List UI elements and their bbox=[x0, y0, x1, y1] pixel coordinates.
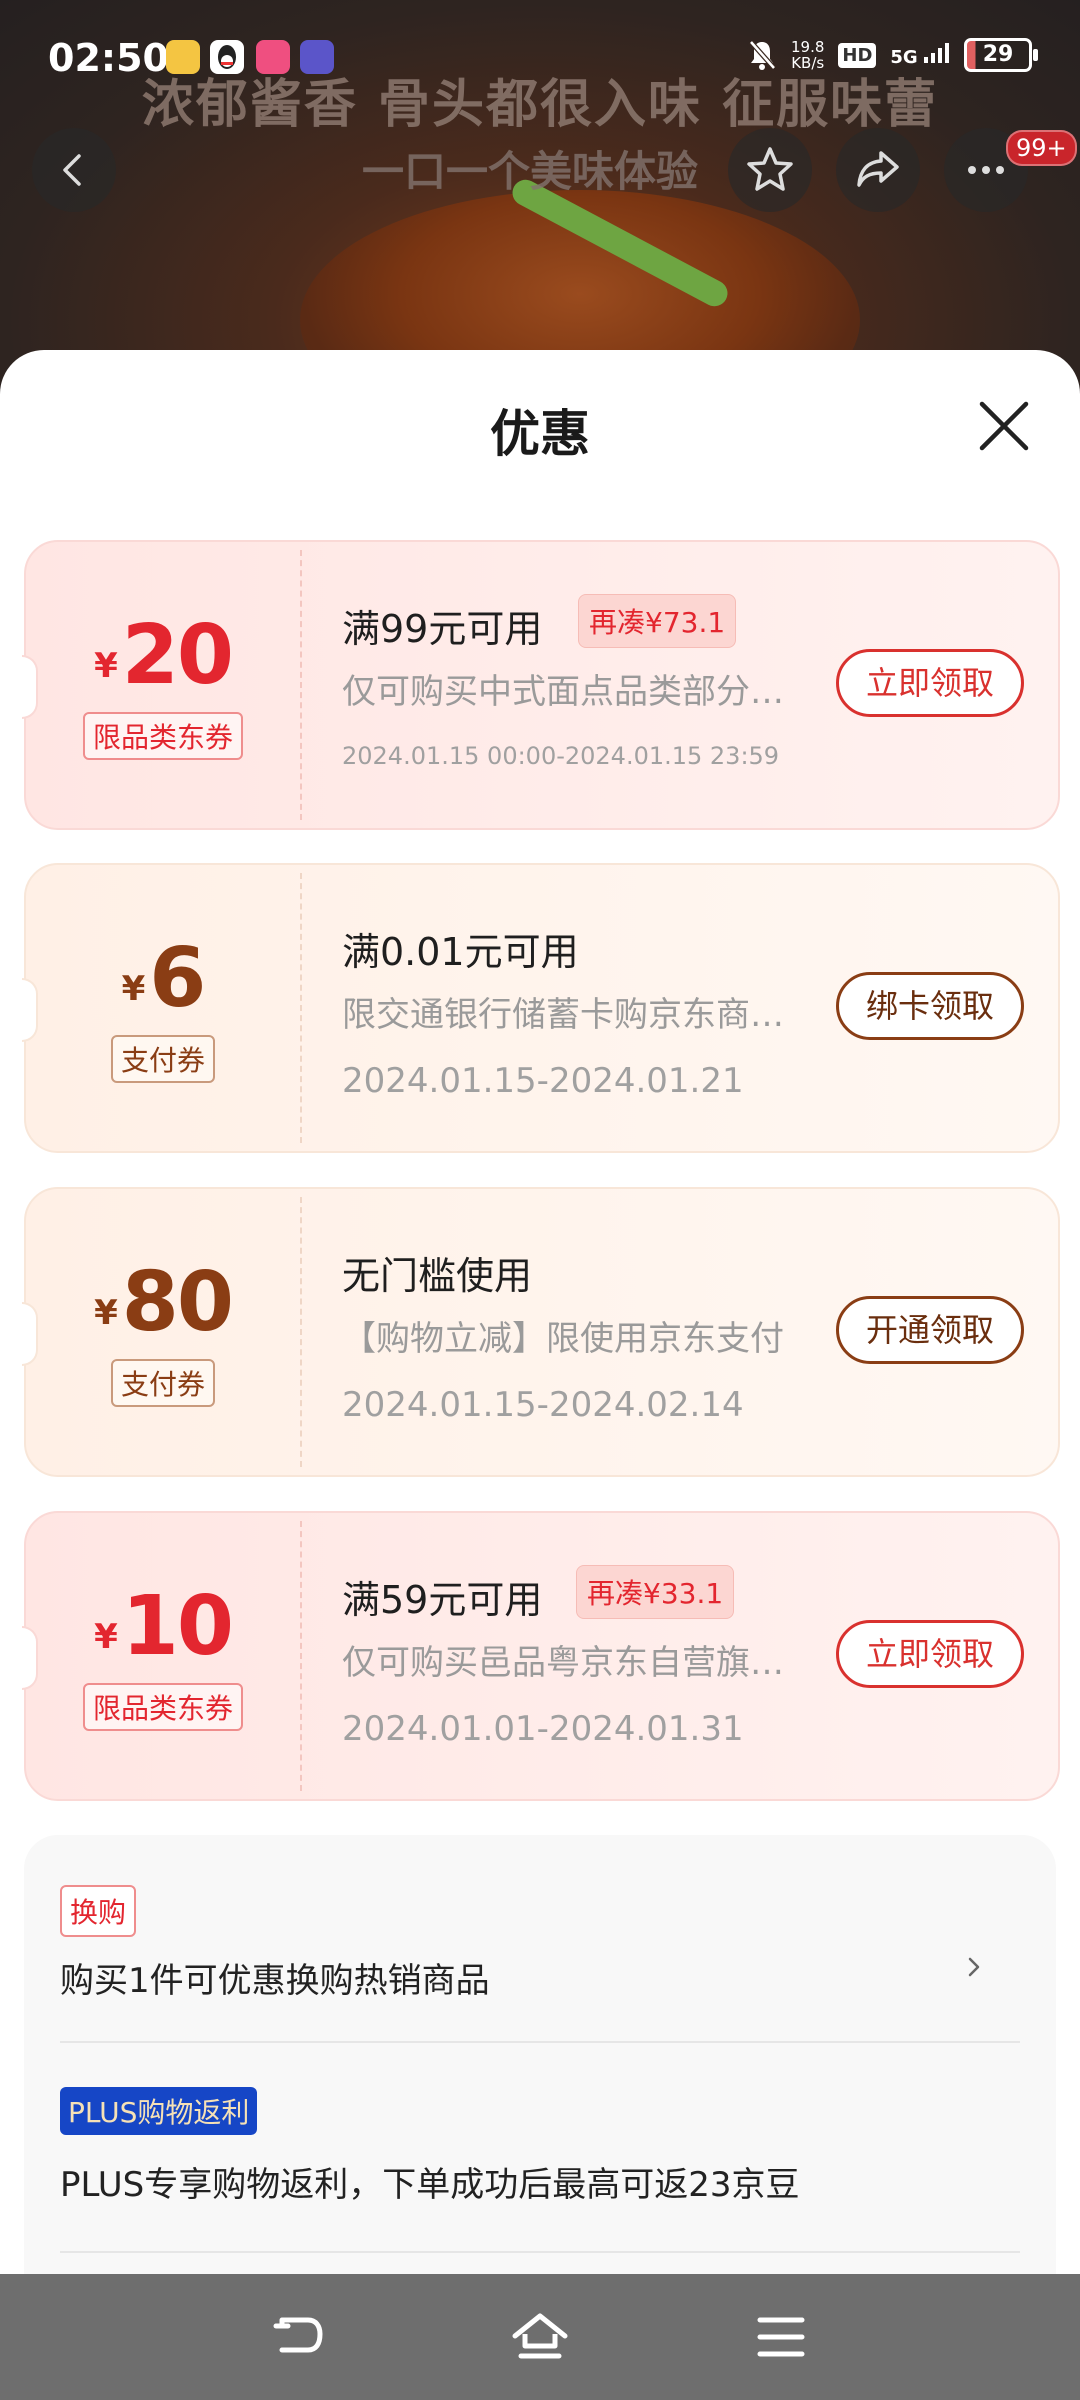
claim-coupon-button[interactable]: 立即领取 bbox=[836, 1620, 1024, 1688]
coupon-extra-needed: 再凑¥73.1 bbox=[578, 594, 737, 648]
coupon-type-tag: 限品类东券 bbox=[82, 1683, 244, 1731]
app-notification-icon bbox=[256, 40, 290, 74]
nav-menu-icon bbox=[757, 2317, 805, 2357]
currency-symbol: ¥ bbox=[94, 646, 118, 686]
back-button[interactable] bbox=[32, 128, 116, 212]
coupon-condition: 满0.01元可用 bbox=[342, 930, 579, 974]
favorite-button[interactable] bbox=[728, 128, 812, 212]
coupon-extra-needed: 再凑¥33.1 bbox=[576, 1565, 735, 1619]
coupon-condition: 满59元可用 bbox=[342, 1578, 543, 1622]
status-bar: 02:50 19.8 KB/s HD 5G 29 bbox=[0, 0, 1080, 110]
battery-indicator: 29 bbox=[964, 38, 1038, 72]
coupon-description: 仅可购买中式面点品类部分商品 bbox=[342, 672, 802, 712]
sheet-title: 优惠 bbox=[490, 405, 590, 463]
coupon-amount: ¥10 bbox=[26, 1579, 300, 1674]
coupon-card: ¥6 支付券 满0.01元可用 限交通银行储蓄卡购京东商品使用 2024.01.… bbox=[22, 863, 1060, 1153]
net-speed-unit: KB/s bbox=[791, 54, 825, 72]
currency-symbol: ¥ bbox=[121, 969, 146, 1009]
promo-divider bbox=[60, 2041, 1020, 2043]
coupon-value: ¥20 限品类东券 bbox=[26, 542, 300, 828]
mute-bell-icon bbox=[749, 40, 776, 70]
coupon-value: ¥6 支付券 bbox=[26, 865, 300, 1151]
promotions-panel: 换购 购买1件可优惠换购热销商品 PLUS购物返利 PLUS专享购物返利，下单成… bbox=[24, 1835, 1056, 2275]
plus-rebate-text: PLUS专享购物返利，下单成功后最高可返23京豆 bbox=[60, 2165, 800, 2205]
coupon-divider bbox=[300, 550, 302, 820]
coupon-amount: ¥80 bbox=[26, 1255, 300, 1350]
coupon-card: ¥20 限品类东券 满99元可用 再凑¥73.1 仅可购买中式面点品类部分商品 … bbox=[22, 540, 1060, 830]
nav-menu-button[interactable] bbox=[748, 2304, 814, 2370]
signal-bars-icon bbox=[924, 42, 949, 63]
status-time: 02:50 bbox=[48, 36, 169, 80]
amount-number: 6 bbox=[149, 931, 206, 1026]
star-icon bbox=[747, 147, 793, 191]
coupon-value: ¥10 限品类东券 bbox=[26, 1513, 300, 1799]
nav-home-button[interactable] bbox=[507, 2304, 573, 2370]
coupon-divider bbox=[300, 1197, 302, 1467]
swap-tag: 换购 bbox=[60, 1885, 137, 1937]
status-indicators: 19.8 KB/s HD 5G 29 bbox=[747, 38, 1038, 72]
coupon-type-tag: 支付券 bbox=[110, 1359, 216, 1407]
signal-label: 5G bbox=[890, 46, 918, 68]
swap-promo-text: 购买1件可优惠换购热销商品 bbox=[60, 1961, 490, 2001]
close-icon bbox=[979, 401, 1029, 451]
signal-5g: 5G bbox=[890, 42, 950, 68]
coupon-card: ¥80 支付券 无门槛使用 【购物立减】限使用京东支付 2024.01.15-2… bbox=[22, 1187, 1060, 1477]
currency-symbol: ¥ bbox=[94, 1293, 118, 1333]
chevron-left-icon bbox=[63, 154, 81, 186]
notification-count-badge: 99+ bbox=[1006, 130, 1077, 166]
coupon-type-tag: 限品类东券 bbox=[82, 712, 244, 760]
app-notification-icon bbox=[300, 40, 334, 74]
discount-sheet: 优惠 ¥20 限品类东券 满99元可用 再凑¥73.1 仅可购买中式面点品类部分… bbox=[0, 350, 1080, 2275]
coupon-validity: 2024.01.15 00:00-2024.01.15 23:59 bbox=[342, 742, 780, 770]
coupon-type-tag: 支付券 bbox=[110, 1035, 216, 1083]
coupon-value: ¥80 支付券 bbox=[26, 1189, 300, 1475]
activate-claim-button[interactable]: 开通领取 bbox=[836, 1296, 1024, 1364]
swap-promo-row[interactable]: 换购 购买1件可优惠换购热销商品 bbox=[24, 1835, 1056, 2040]
coupon-amount: ¥20 bbox=[26, 608, 300, 703]
amount-number: 80 bbox=[121, 1255, 234, 1350]
coupon-validity: 2024.01.15-2024.02.14 bbox=[342, 1385, 744, 1425]
share-icon bbox=[857, 151, 899, 187]
coupon-divider bbox=[300, 1521, 302, 1791]
amount-number: 10 bbox=[121, 1579, 234, 1674]
coupon-card: ¥10 限品类东券 满59元可用 再凑¥33.1 仅可购买邑品粤京东自营旗舰店部… bbox=[22, 1511, 1060, 1801]
coupon-condition: 满99元可用 bbox=[342, 607, 543, 651]
coupon-amount: ¥6 bbox=[26, 931, 300, 1026]
amount-number: 20 bbox=[121, 608, 234, 703]
nav-back-button[interactable] bbox=[268, 2304, 334, 2370]
nav-home-icon bbox=[512, 2313, 568, 2359]
coupon-description: 【购物立减】限使用京东支付 bbox=[342, 1319, 784, 1359]
hd-badge: HD bbox=[838, 42, 877, 68]
coupon-validity: 2024.01.01-2024.01.31 bbox=[342, 1709, 744, 1749]
chevron-right-icon bbox=[968, 1957, 980, 1977]
net-speed-value: 19.8 bbox=[790, 38, 825, 56]
promo-divider bbox=[60, 2251, 1020, 2253]
coupon-condition: 无门槛使用 bbox=[342, 1254, 533, 1298]
coupon-description: 仅可购买邑品粤京东自营旗舰店部分商品 bbox=[342, 1643, 802, 1683]
qq-notification-icon bbox=[210, 40, 244, 74]
more-dots-icon bbox=[968, 166, 1004, 174]
net-speed: 19.8 KB/s bbox=[791, 39, 824, 71]
currency-symbol: ¥ bbox=[94, 1617, 118, 1657]
app-notification-icon bbox=[166, 40, 200, 74]
hero-subline: 一口一个美味体验 bbox=[362, 147, 699, 196]
bind-card-claim-button[interactable]: 绑卡领取 bbox=[836, 972, 1024, 1040]
nav-back-icon bbox=[273, 2317, 323, 2353]
system-nav-bar bbox=[0, 2274, 1080, 2400]
coupon-divider bbox=[300, 873, 302, 1143]
claim-coupon-button[interactable]: 立即领取 bbox=[836, 649, 1024, 717]
coupon-validity: 2024.01.15-2024.01.21 bbox=[342, 1061, 744, 1101]
close-button[interactable] bbox=[976, 398, 1032, 454]
share-button[interactable] bbox=[836, 128, 920, 212]
coupon-description: 限交通银行储蓄卡购京东商品使用 bbox=[342, 995, 802, 1035]
plus-rebate-tag: PLUS购物返利 bbox=[60, 2087, 258, 2135]
